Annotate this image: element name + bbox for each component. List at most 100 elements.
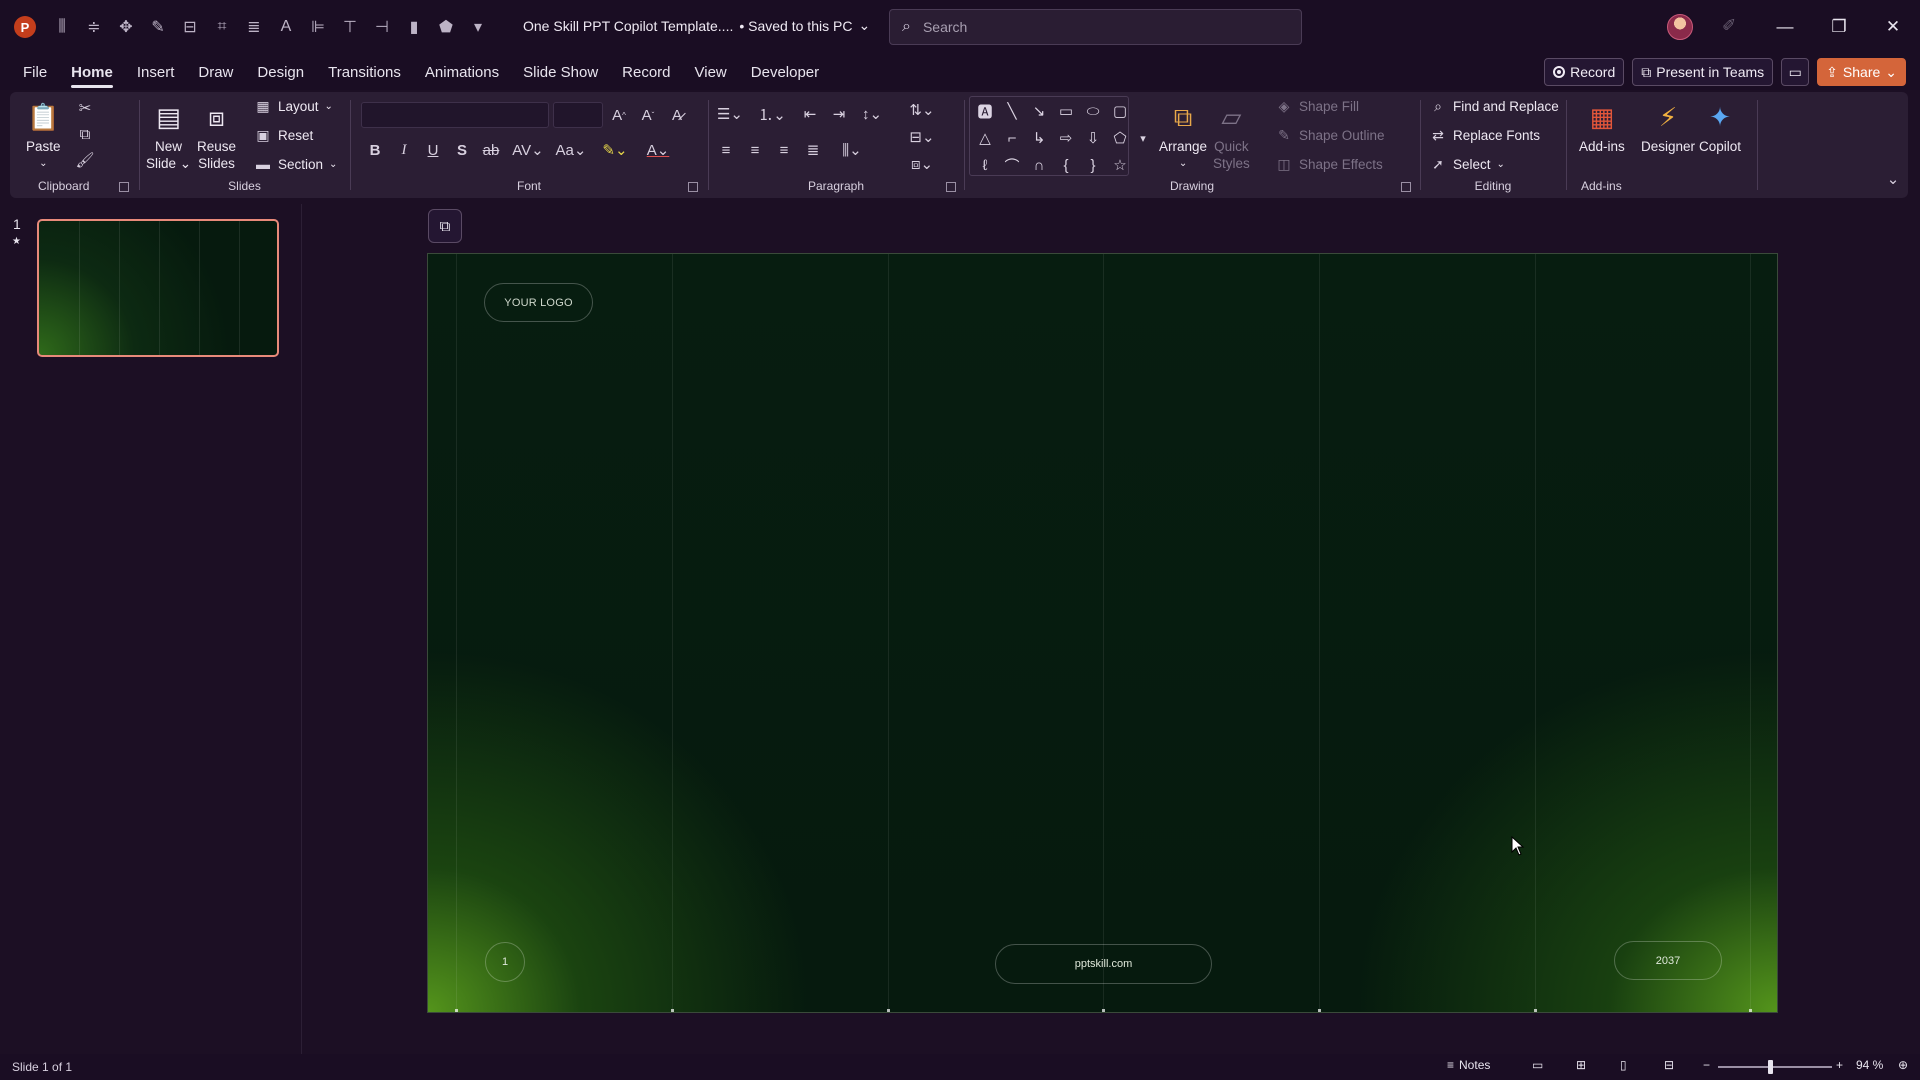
freeform-shape-icon[interactable]: ℓ [973,153,997,177]
new-slide-button[interactable]: ▤ New Slide ⌄ [146,100,191,172]
font-size-field[interactable] [553,102,603,128]
shape-outline-button[interactable]: ✎ Shape Outline [1275,126,1384,144]
qat-shapes-icon[interactable]: ⬟ [432,13,460,41]
reset-button[interactable]: ▣ Reset [254,126,313,144]
logo-placeholder[interactable]: YOUR LOGO [484,283,593,322]
paragraph-launcher-icon[interactable] [946,182,956,192]
line-shape-icon[interactable]: ╲ [1000,99,1024,123]
right-brace-shape-icon[interactable]: } [1081,153,1105,177]
smartart-icon[interactable]: ⧈⌄ [907,153,937,175]
year-label[interactable]: 2037 [1614,941,1722,980]
tab-record[interactable]: Record [610,54,682,90]
qat-customize-icon[interactable]: ▾ [464,13,492,41]
qat-align-left-icon[interactable]: ⊫ [304,13,332,41]
rounded-rectangle-shape-icon[interactable]: ▢ [1108,99,1132,123]
normal-view-icon[interactable]: ▭ [1532,1058,1543,1072]
zoom-slider[interactable] [1718,1066,1832,1068]
addins-button[interactable]: ▦ Add-ins [1579,100,1625,155]
tab-file[interactable]: File [11,54,59,90]
arrow-line-shape-icon[interactable]: ↘ [1027,99,1051,123]
designer-button[interactable]: ⚡ Designer [1641,100,1695,155]
qat-font-icon[interactable]: A [272,13,300,41]
textbox-shape-icon[interactable]: 🅰 [973,99,997,123]
oval-shape-icon[interactable]: ⬭ [1081,99,1105,123]
tab-home[interactable]: Home [59,54,125,90]
text-direction-icon[interactable]: ⇅⌄ [907,99,937,121]
slide-page-number[interactable]: 1 [485,942,525,982]
close-icon[interactable]: ✕ [1878,12,1908,42]
cut-icon[interactable]: ✂ [74,97,96,119]
shape-effects-button[interactable]: ◫ Shape Effects [1275,155,1382,173]
qat-align-icon[interactable]: ⫼ [48,13,76,41]
qat-text-direction-icon[interactable]: ≣ [240,13,268,41]
curve-shape-icon[interactable]: ∩ [1027,153,1051,177]
decrease-font-icon[interactable]: Aˇ [637,104,659,126]
replace-fonts-button[interactable]: ⇄ Replace Fonts [1429,126,1540,144]
present-in-teams-button[interactable]: ⧉ Present in Teams [1632,58,1774,86]
shape-fill-button[interactable]: ◈ Shape Fill [1275,97,1359,115]
reading-view-icon[interactable]: ▯ [1620,1058,1627,1072]
select-button[interactable]: ➚ Select ⌄ [1429,155,1505,173]
align-text-icon[interactable]: ⊟⌄ [907,126,937,148]
align-right-icon[interactable]: ≡ [773,139,795,161]
rectangle-shape-icon[interactable]: ▭ [1054,99,1078,123]
character-spacing-icon[interactable]: AV⌄ [512,139,543,161]
bold-icon[interactable]: B [364,139,386,161]
qat-align-right-icon[interactable]: ⊣ [368,13,396,41]
shadow-icon[interactable]: S [451,139,473,161]
tab-view[interactable]: View [683,54,739,90]
notes-button[interactable]: ≡ Notes [1447,1058,1490,1072]
columns-icon[interactable]: ⫼⌄ [837,139,867,161]
strikethrough-icon[interactable]: ab [480,139,502,161]
minimize-icon[interactable]: — [1770,12,1800,42]
zoom-level[interactable]: 94 % [1856,1058,1883,1072]
tab-animations[interactable]: Animations [413,54,511,90]
find-replace-button[interactable]: ⌕ Find and Replace [1429,97,1559,115]
qat-distribute-icon[interactable]: ≑ [80,13,108,41]
decrease-indent-icon[interactable]: ⇤ [799,103,821,125]
bullets-icon[interactable]: ☰⌄ [715,103,745,125]
pane-divider[interactable] [301,204,302,1054]
document-title[interactable]: One Skill PPT Copilot Template.... • Sav… [523,17,870,34]
layout-button[interactable]: ▦ Layout ⌄ [254,97,333,115]
highlight-icon[interactable]: ✎⌄ [600,139,630,161]
align-left-icon[interactable]: ≡ [715,139,737,161]
arc-shape-icon[interactable]: ⌒ [1000,153,1024,177]
paste-button[interactable]: 📋 Paste ⌄ [26,100,61,172]
search-box[interactable]: ⌕ Search [889,9,1302,45]
arrange-button[interactable]: ⧉ Arrange ⌄ [1159,100,1207,172]
comments-button[interactable]: ▭ [1781,58,1810,86]
copilot-button[interactable]: ✦ Copilot [1699,100,1741,155]
record-button[interactable]: Record [1544,58,1625,86]
font-launcher-icon[interactable] [688,182,698,192]
slide-sorter-icon[interactable]: ⊞ [1576,1058,1586,1072]
pentagon-shape-icon[interactable]: ⬠ [1108,126,1132,150]
restore-icon[interactable]: ❐ [1824,12,1854,42]
format-painter-icon[interactable]: 🖌 [74,149,96,171]
zoom-out-icon[interactable]: − [1703,1058,1710,1072]
reuse-slides-button[interactable]: ⧈ Reuse Slides [197,100,236,172]
qat-align-middle-icon[interactable]: ⊟ [176,13,204,41]
section-button[interactable]: ▬ Section ⌄ [254,155,337,173]
tab-developer[interactable]: Developer [739,54,831,90]
triangle-shape-icon[interactable]: △ [973,126,997,150]
numbering-icon[interactable]: ⒈⌄ [757,103,787,125]
qat-crop-icon[interactable]: ⌗ [208,13,236,41]
website-url[interactable]: pptskill.com [995,944,1212,984]
underline-icon[interactable]: U [422,139,444,161]
pen-icon[interactable]: ✐ [1722,16,1736,36]
elbow-arrow-shape-icon[interactable]: ↳ [1027,126,1051,150]
star-shape-icon[interactable]: ☆ [1108,153,1132,177]
clear-formatting-icon[interactable]: A̷ [666,104,688,126]
align-center-icon[interactable]: ≡ [744,139,766,161]
down-arrow-shape-icon[interactable]: ⇩ [1081,126,1105,150]
slide-canvas[interactable]: YOUR LOGO 1 pptskill.com 2037 [427,253,1778,1013]
qat-draw-icon[interactable]: ✎ [144,13,172,41]
zoom-slider-thumb[interactable] [1768,1060,1773,1074]
qat-chart-icon[interactable]: ▮ [400,13,428,41]
slideshow-icon[interactable]: ⊟ [1664,1058,1674,1072]
qat-move-icon[interactable]: ✥ [112,13,140,41]
clipboard-launcher-icon[interactable] [119,182,129,192]
drawing-launcher-icon[interactable] [1401,182,1411,192]
left-brace-shape-icon[interactable]: { [1054,153,1078,177]
